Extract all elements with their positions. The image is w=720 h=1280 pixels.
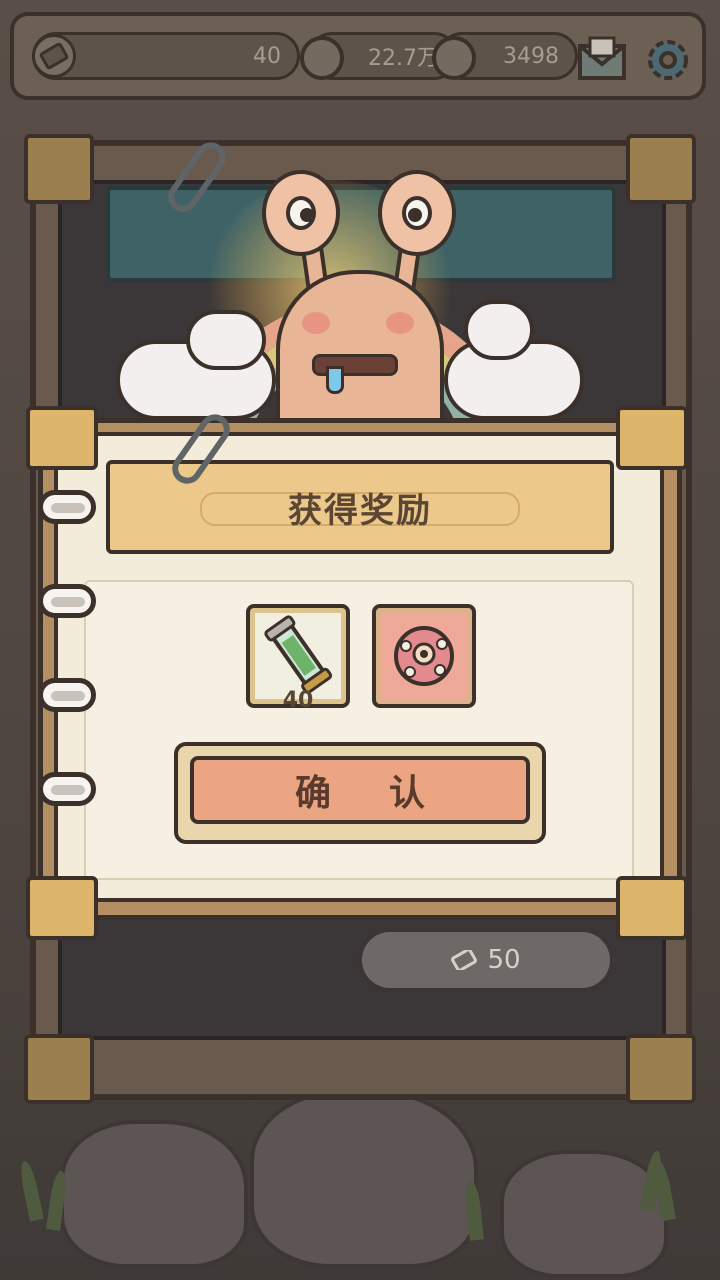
snail-cheek — [302, 312, 330, 334]
cloud — [464, 300, 534, 360]
background-rock — [250, 1090, 478, 1268]
snail-mouth — [312, 354, 398, 376]
dialog-corner — [26, 406, 98, 470]
background-grass — [17, 1159, 44, 1222]
speech-bubble-icon — [432, 36, 476, 80]
dialog-corner — [616, 406, 688, 470]
mail-icon[interactable] — [576, 34, 628, 86]
ticket-icon — [451, 950, 478, 970]
reward-item-2[interactable] — [372, 604, 476, 708]
pink-shell-orb-icon — [394, 626, 454, 686]
binder-ring — [38, 678, 96, 712]
currency-b-amount: 3498 — [503, 43, 559, 69]
dialog-title: 获得奖励 — [288, 490, 432, 531]
snail-pupil — [408, 208, 422, 222]
card-price-value: 50 — [487, 945, 521, 975]
binder-ring — [38, 772, 96, 806]
cloud — [186, 310, 266, 370]
currency-a-amount: 22.7万 — [368, 46, 439, 71]
dialog-corner — [616, 876, 688, 940]
top-status-bar: 40 22.7万 3498 — [10, 12, 706, 100]
ticket-icon — [32, 34, 76, 78]
speech-bubble-icon — [300, 36, 344, 80]
binder-ring — [38, 490, 96, 524]
reward-item-1-count: 40 — [282, 688, 314, 713]
card-corner — [626, 134, 696, 204]
card-corner — [626, 1034, 696, 1104]
background-rock — [500, 1150, 668, 1278]
snail-drool — [326, 366, 344, 394]
confirm-button[interactable]: 确认 — [190, 756, 530, 824]
snail-pupil — [300, 208, 314, 222]
ticket-count: 40 — [253, 43, 281, 69]
gear-icon[interactable] — [642, 34, 694, 86]
binder-ring — [38, 584, 96, 618]
snail-cheek — [386, 312, 414, 334]
card-corner — [24, 134, 94, 204]
card-price[interactable]: 50 — [358, 928, 614, 992]
background-rock — [60, 1120, 248, 1268]
card-corner — [24, 1034, 94, 1104]
dialog-corner — [26, 876, 98, 940]
